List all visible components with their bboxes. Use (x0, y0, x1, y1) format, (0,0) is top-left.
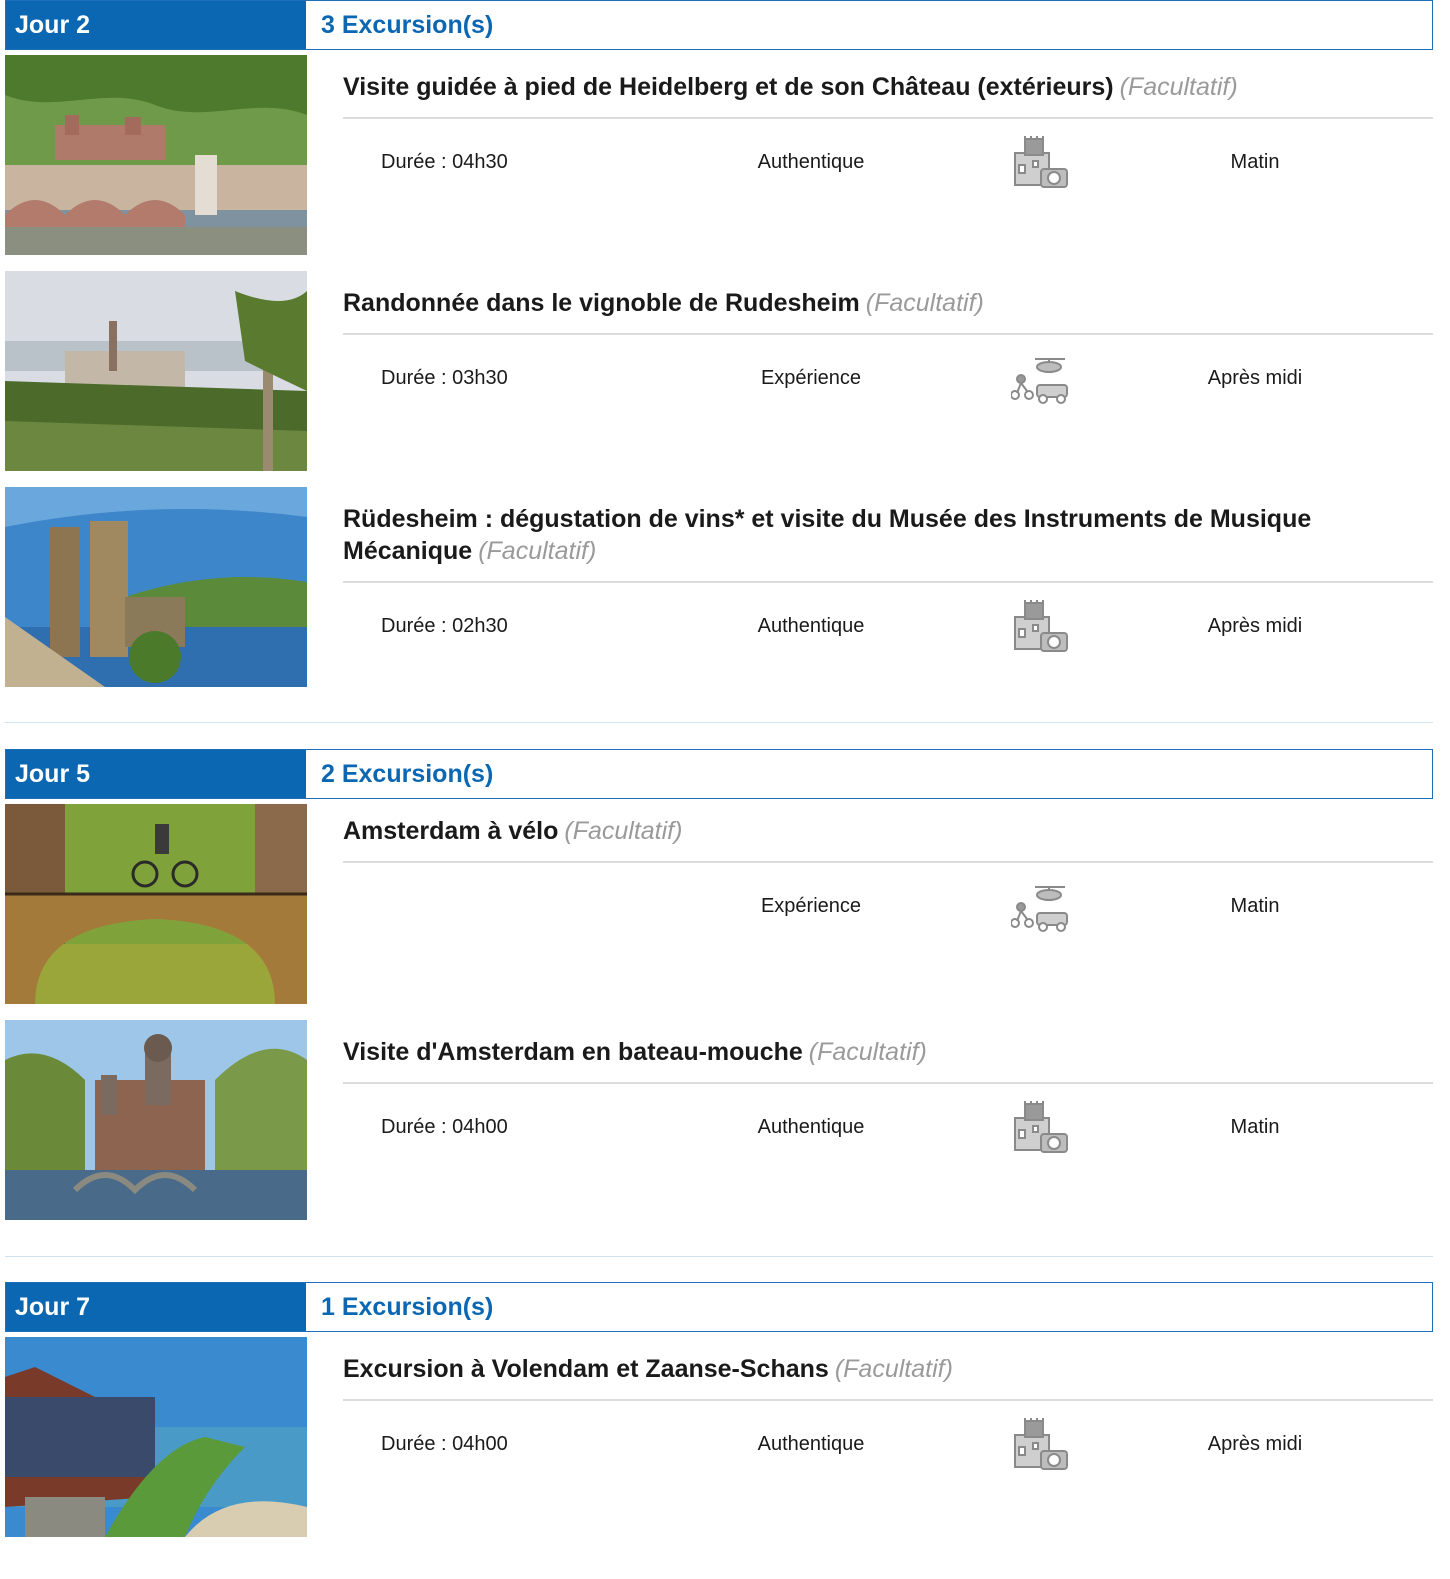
time-of-day: Après midi (1207, 367, 1303, 389)
excursion-meta: Durée : 04h00 Authentique Matin (343, 1084, 1433, 1174)
excursion-meta: Durée : 02h30 Authentique Après midi (343, 583, 1433, 673)
excursion-title[interactable]: Visite guidée à pied de Heidelberg et de… (343, 51, 1433, 119)
excursion-type: Expérience (760, 367, 862, 389)
excursion-item[interactable]: Randonnée dans le vignoble de Rudesheim(… (5, 267, 1433, 483)
excursion-meta: Expérience Matin (343, 863, 1433, 963)
castle-camera-icon (1011, 1417, 1071, 1473)
volendam-harbour-photo[interactable] (5, 1337, 307, 1537)
excursion-title[interactable]: Randonnée dans le vignoble de Rudesheim(… (343, 267, 1433, 335)
duration: Durée : 04h30 (381, 151, 508, 173)
excursion-type: Authentique (757, 151, 865, 173)
excursion-item[interactable]: Visite d'Amsterdam en bateau-mouche (Facu… (5, 1016, 1433, 1232)
duration: Durée : 02h30 (381, 615, 508, 637)
day-header: Jour 2 3 Excursion(s) (5, 0, 1433, 50)
day-label: Jour 5 (6, 750, 306, 798)
optional-tag: (Facultatif) (564, 817, 683, 845)
day-header: Jour 5 2 Excursion(s) (5, 749, 1433, 799)
rudesheim-vineyard-photo[interactable] (5, 271, 307, 471)
time-of-day: Matin (1230, 895, 1280, 917)
excursion-type: Expérience (760, 895, 862, 917)
excursion-count: 2 Excursion(s) (306, 750, 1432, 798)
day-block-5: Jour 5 2 Excursion(s) Amsterdam à vélo (… (5, 749, 1433, 1232)
time-of-day: Après midi (1207, 1433, 1303, 1455)
optional-tag: (Facultatif) (865, 289, 984, 317)
activity-vehicles-icon (1010, 879, 1071, 935)
day-label: Jour 7 (6, 1283, 306, 1331)
optional-tag: (Facultatif) (1119, 73, 1238, 101)
excursion-meta: Durée : 04h00 Authentique Après midi (343, 1401, 1433, 1491)
excursion-item[interactable]: Amsterdam à vélo (Facultatif) Expérience … (5, 800, 1433, 1016)
amsterdam-bridge-cyclist-photo[interactable] (5, 804, 307, 1004)
excursion-title[interactable]: Visite d'Amsterdam en bateau-mouche (Facu… (343, 1016, 1433, 1084)
excursion-type: Authentique (757, 1116, 865, 1138)
excursion-meta: Durée : 04h30 Authentique Matin (343, 119, 1433, 209)
day-separator (5, 722, 1433, 723)
day-separator (5, 1256, 1433, 1257)
excursion-count: 1 Excursion(s) (306, 1283, 1432, 1331)
optional-tag: (Facultatif) (478, 537, 597, 565)
rhine-tower-photo[interactable] (5, 487, 307, 687)
excursion-meta: Durée : 03h30 Expérience Après midi (343, 335, 1433, 425)
excursion-type: Authentique (757, 1433, 865, 1455)
activity-vehicles-icon (1010, 351, 1071, 407)
day-block-7: Jour 7 1 Excursion(s) Excursion à Volend… (5, 1282, 1433, 1549)
day-block-2: Jour 2 3 Excursion(s) Visite guidée à pi… (5, 0, 1433, 723)
excursion-item[interactable]: Excursion à Volendam et Zaanse-Schans (Fa… (5, 1333, 1433, 1549)
duration: Durée : 04h00 (381, 1433, 508, 1455)
excursion-item[interactable]: Rüdesheim : dégustation de vins* et visi… (5, 483, 1433, 723)
day-label: Jour 2 (6, 1, 306, 49)
excursion-type: Authentique (757, 615, 865, 637)
castle-camera-icon (1011, 599, 1071, 655)
optional-tag: (Facultatif) (808, 1038, 927, 1066)
castle-camera-icon (1011, 135, 1071, 191)
excursion-title[interactable]: Amsterdam à vélo (Facultatif) (343, 800, 1433, 863)
excursion-count: 3 Excursion(s) (306, 1, 1432, 49)
day-header: Jour 7 1 Excursion(s) (5, 1282, 1433, 1332)
time-of-day: Matin (1230, 151, 1280, 173)
duration: Durée : 04h00 (381, 1116, 508, 1138)
excursion-title[interactable]: Rüdesheim : dégustation de vins* et visi… (343, 483, 1433, 583)
excursion-title[interactable]: Excursion à Volendam et Zaanse-Schans (Fa… (343, 1333, 1433, 1401)
duration: Durée : 03h30 (381, 367, 508, 389)
time-of-day: Matin (1230, 1116, 1280, 1138)
optional-tag: (Facultatif) (834, 1355, 953, 1383)
amsterdam-canal-church-photo[interactable] (5, 1020, 307, 1220)
excursion-item[interactable]: Visite guidée à pied de Heidelberg et de… (5, 51, 1433, 267)
castle-camera-icon (1011, 1100, 1071, 1156)
heidelberg-castle-photo[interactable] (5, 55, 307, 255)
time-of-day: Après midi (1207, 615, 1303, 637)
